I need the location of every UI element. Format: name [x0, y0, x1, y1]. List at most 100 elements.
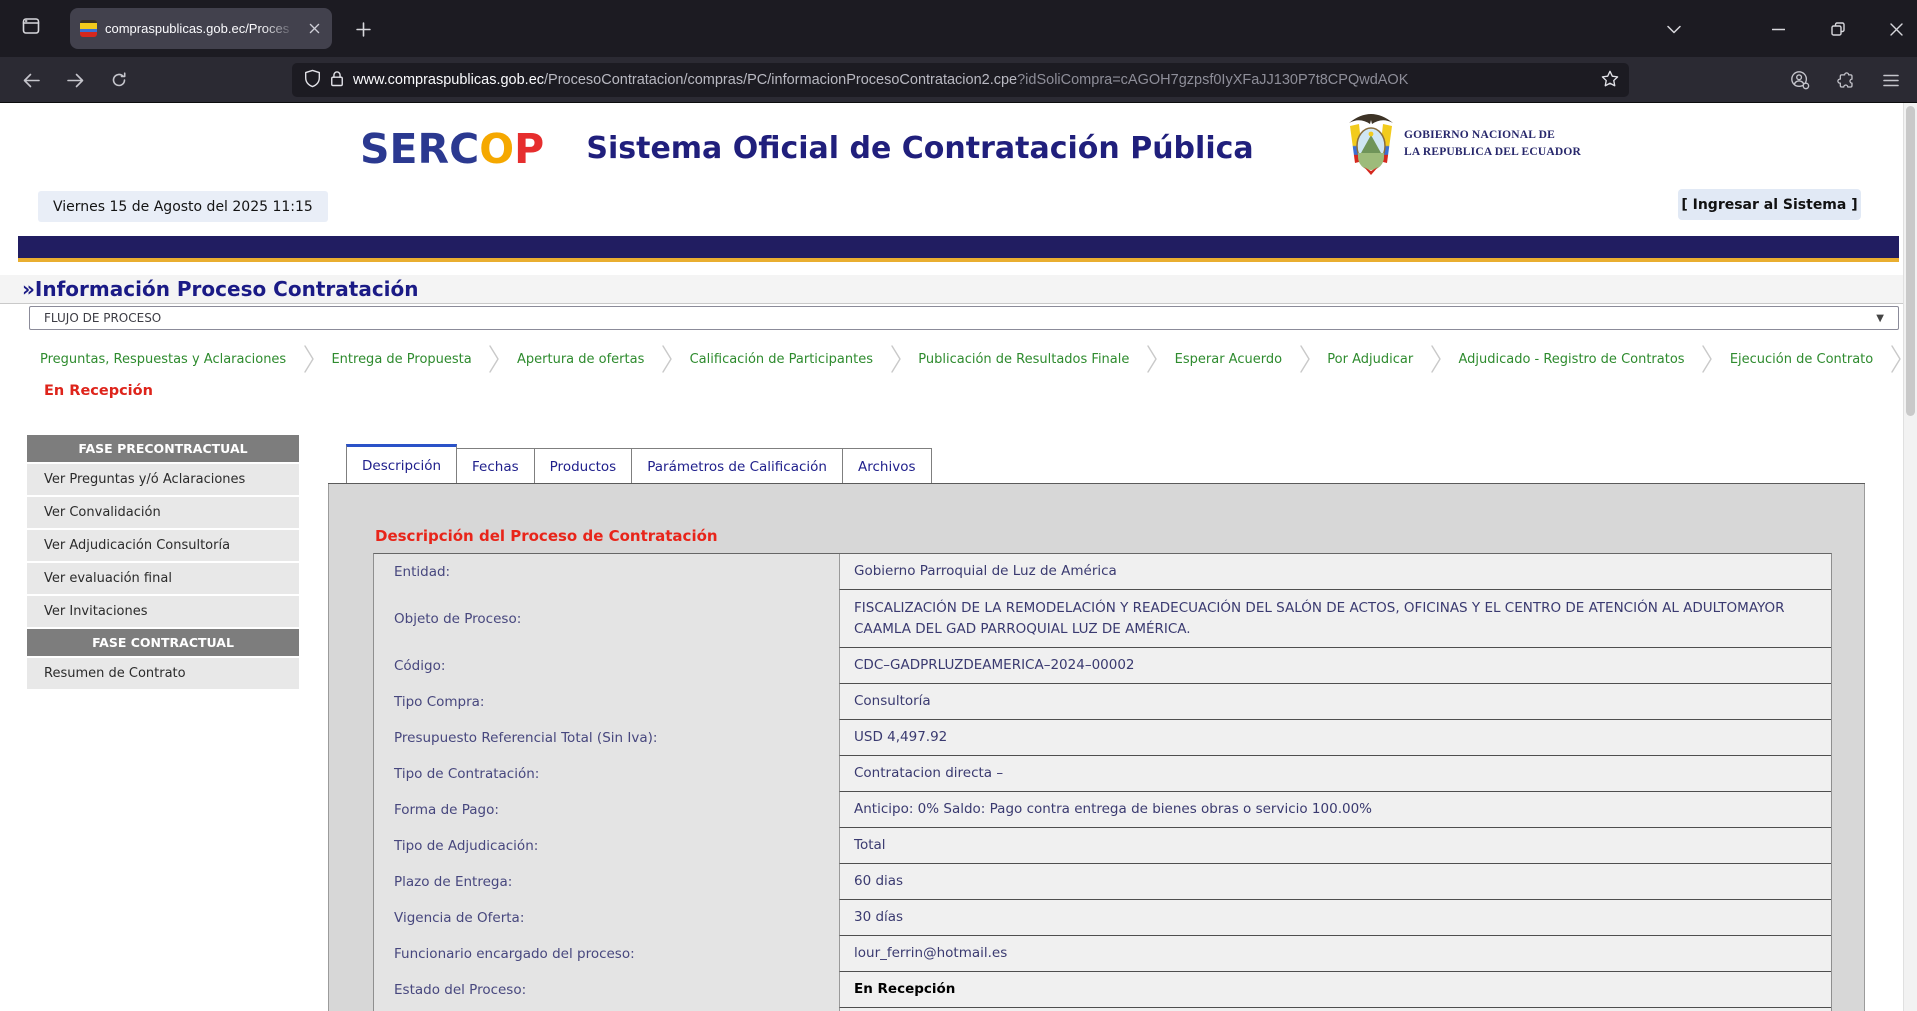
chevron-right-icon — [1299, 344, 1311, 374]
url-bar[interactable]: www.compraspublicas.gob.ec/ProcesoContra… — [292, 63, 1629, 97]
new-tab-button[interactable] — [347, 13, 379, 45]
step-link[interactable]: Apertura de ofertas — [517, 352, 644, 367]
url-path: /ProcesoContratacion/compras/PC/informac… — [544, 72, 1017, 88]
account-button[interactable] — [1784, 65, 1816, 95]
tab-archivos[interactable]: Archivos — [843, 448, 932, 484]
url-query: ?idSoliCompra=cAGOH7gzpsf0IyXFaJJ130P7t8… — [1017, 72, 1408, 88]
row-value: Total — [839, 828, 1831, 864]
url-domain: www.compraspublicas.gob.ec — [353, 72, 544, 88]
browser-tab-bar: compraspublicas.gob.ec/Proces — [0, 0, 1917, 57]
tab-parametros[interactable]: Parámetros de Calificación — [632, 448, 843, 484]
tab-productos[interactable]: Productos — [535, 448, 633, 484]
shield-icon[interactable] — [304, 69, 321, 92]
list-tabs-button[interactable] — [1654, 13, 1694, 45]
gov-line2: LA REPUBLICA DEL ECUADOR — [1404, 144, 1581, 161]
table-row: Tipo Compra: Consultoría — [374, 684, 1831, 720]
chevron-right-icon — [1890, 344, 1902, 374]
datetime-display: Viernes 15 de Agosto del 2025 11:15 — [38, 191, 328, 222]
gov-text: GOBIERNO NACIONAL DE LA REPUBLICA DEL EC… — [1404, 127, 1581, 160]
table-row: Estado del Proceso: En Recepción — [374, 972, 1831, 1008]
chevron-right-icon — [303, 344, 315, 374]
chevron-right-icon — [661, 344, 673, 374]
chevron-right-icon — [1430, 344, 1442, 374]
chevron-right-icon — [890, 344, 902, 374]
close-window-button[interactable] — [1876, 13, 1916, 45]
sidebar-item-resumen[interactable]: Resumen de Contrato — [27, 658, 299, 691]
back-button[interactable] — [15, 65, 47, 95]
flow-process-select[interactable]: FLUJO DE PROCESO ▼ — [29, 306, 1899, 330]
row-label: Forma de Pago: — [374, 792, 839, 828]
table-row: Funcionario encargado del proceso: lour_… — [374, 936, 1831, 972]
step-link[interactable]: Calificación de Participantes — [690, 352, 873, 367]
row-label: Tipo Compra: — [374, 684, 839, 720]
scrollbar-thumb[interactable] — [1906, 106, 1915, 416]
row-label: Tipo de Adjudicación: — [374, 828, 839, 864]
step-link[interactable]: Entrega de Propuesta — [331, 352, 471, 367]
row-label: Objeto de Proceso: — [374, 590, 839, 648]
bookmark-star-icon[interactable] — [1601, 70, 1619, 91]
step-link[interactable]: Esperar Acuerdo — [1175, 352, 1282, 367]
tab-close-icon[interactable] — [304, 19, 324, 39]
url-text[interactable]: www.compraspublicas.gob.ec/ProcesoContra… — [353, 72, 1592, 88]
sidebar-item-preguntas[interactable]: Ver Preguntas y/ó Aclaraciones — [27, 464, 299, 497]
step-link[interactable]: Preguntas, Respuestas y Aclaraciones — [40, 352, 286, 367]
sidebar-item-evaluacion[interactable]: Ver evaluación final — [27, 563, 299, 596]
row-value: 30 días — [839, 900, 1831, 936]
table-row: Tipo de Contratación: Contratacion direc… — [374, 756, 1831, 792]
gov-line1: GOBIERNO NACIONAL DE — [1404, 127, 1581, 144]
tab-fechas[interactable]: Fechas — [457, 448, 535, 484]
login-button[interactable]: [ Ingresar al Sistema ] — [1678, 189, 1861, 220]
sercop-logo: SERCOP — [360, 125, 544, 173]
site-favicon-icon — [80, 20, 97, 37]
row-value: lour_ferrin@hotmail.es — [839, 936, 1831, 972]
row-label: Presupuesto Referencial Total (Sin Iva): — [374, 720, 839, 756]
table-row: Presupuesto Referencial Total (Sin Iva):… — [374, 720, 1831, 756]
chevron-right-icon — [488, 344, 500, 374]
row-value: 60 dias — [839, 864, 1831, 900]
forward-button[interactable] — [59, 65, 91, 95]
page-content: SERCOP Sistema Oficial de Contratación P… — [0, 103, 1917, 1011]
step-link[interactable]: Por Adjudicar — [1327, 352, 1413, 367]
logo-text-navy: SERC — [360, 125, 479, 173]
chevron-down-icon: ▼ — [1876, 313, 1884, 324]
chevron-right-icon — [1701, 344, 1713, 374]
row-label: Entidad: — [374, 554, 839, 590]
extensions-puzzle-icon[interactable] — [1829, 65, 1861, 95]
row-value: FISCALIZACIÓN DE LA REMODELACIÓN Y READE… — [839, 590, 1831, 648]
sidebar-header-contractual: FASE CONTRACTUAL — [27, 629, 299, 656]
browser-window: compraspublicas.gob.ec/Proces — [0, 0, 1917, 1011]
browser-tab[interactable]: compraspublicas.gob.ec/Proces — [70, 8, 332, 49]
menu-hamburger-icon[interactable] — [1875, 65, 1907, 95]
sidebar: FASE PRECONTRACTUAL Ver Preguntas y/ó Ac… — [27, 435, 299, 691]
reload-button[interactable] — [103, 65, 135, 95]
sidebar-item-adjudicacion[interactable]: Ver Adjudicación Consultoría — [27, 530, 299, 563]
table-row: Entidad: Gobierno Parroquial de Luz de A… — [374, 554, 1831, 590]
step-link[interactable]: Publicación de Resultados Finale — [918, 352, 1129, 367]
row-label: Funcionario encargado del proceso: — [374, 936, 839, 972]
step-link[interactable]: Adjudicado - Registro de Contratos — [1458, 352, 1684, 367]
lock-icon[interactable] — [330, 70, 344, 91]
step-link[interactable]: Ejecución de Contrato — [1730, 352, 1873, 367]
sidebar-item-convalidacion[interactable]: Ver Convalidación — [27, 497, 299, 530]
ecuador-coat-of-arms-icon — [1342, 111, 1400, 181]
table-row: Plazo de Entrega: 60 dias — [374, 864, 1831, 900]
row-value: Gobierno Parroquial de Luz de América — [839, 554, 1831, 590]
restore-window-button[interactable] — [1818, 13, 1858, 45]
section-heading: »Información Proceso Contratación — [0, 275, 1905, 304]
row-label: Estado del Proceso: — [374, 972, 839, 1008]
row-label: Vigencia de Oferta: — [374, 900, 839, 936]
row-value: Contratacion directa – — [839, 756, 1831, 792]
process-steps-breadcrumb: Preguntas, Respuestas y Aclaraciones Ent… — [40, 343, 1902, 375]
minimize-button[interactable] — [1758, 13, 1798, 45]
tab-descripcion[interactable]: Descripción — [346, 444, 457, 484]
row-label: Tipo de Contratación: — [374, 756, 839, 792]
page-scrollbar[interactable] — [1903, 103, 1917, 1011]
row-label: Código: — [374, 648, 839, 684]
flow-select-label: FLUJO DE PROCESO — [44, 311, 161, 325]
tab-title: compraspublicas.gob.ec/Proces — [105, 21, 296, 36]
firefox-view-button[interactable] — [14, 12, 48, 44]
row-value: USD 4,497.92 — [839, 720, 1831, 756]
table-row: Código: CDC–GADPRLUZDEAMERICA–2024–00002 — [374, 648, 1831, 684]
sidebar-item-invitaciones[interactable]: Ver Invitaciones — [27, 596, 299, 629]
description-table: Entidad: Gobierno Parroquial de Luz de A… — [373, 553, 1832, 1011]
